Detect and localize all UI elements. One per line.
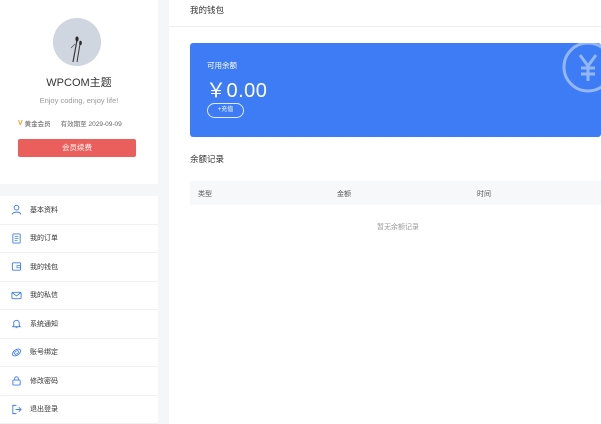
balance-label: 可用余额 <box>207 61 237 70</box>
account-menu: 基本资料 我的订单 我的钱包 我的私信 系统通知 账号绑定 修改密码 退出登录 <box>0 196 158 424</box>
title-divider <box>169 26 601 27</box>
menu-item-label: 我的订单 <box>30 235 58 243</box>
user-icon <box>11 204 22 215</box>
vip-crown-icon: V <box>18 119 23 127</box>
menu-item-label: 退出登录 <box>30 406 58 414</box>
avatar[interactable] <box>53 18 101 66</box>
recharge-button[interactable]: +充值 <box>207 103 244 118</box>
yuan-coin-icon <box>558 43 601 102</box>
link-icon <box>11 347 22 358</box>
menu-item-logout[interactable]: 退出登录 <box>0 396 158 424</box>
menu-item-label: 系统通知 <box>30 320 58 328</box>
vip-info: V 黄金会员 有效期至 2029-09-09 <box>18 118 148 129</box>
balance-card: 可用余额 ￥0.00 +充值 <box>190 43 601 137</box>
column-time: 时间 <box>477 191 491 198</box>
menu-item-label: 账号绑定 <box>30 349 58 357</box>
column-amount: 金额 <box>337 191 351 198</box>
wallet-panel: 我的钱包 可用余额 ￥0.00 +充值 余额记录 类型 金额 时间 暂无余额记录 <box>169 0 601 424</box>
menu-item-label: 我的钱包 <box>30 263 58 271</box>
mail-icon <box>11 290 22 301</box>
menu-item-binding[interactable]: 账号绑定 <box>0 339 158 367</box>
menu-item-password[interactable]: 修改密码 <box>0 367 158 396</box>
menu-item-wallet[interactable]: 我的钱包 <box>0 253 158 282</box>
sidebar: WPCOM主题 Enjoy coding, enjoy life! V 黄金会员… <box>0 0 158 424</box>
records-title: 余额记录 <box>190 154 225 164</box>
empty-records-message: 暂无余额记录 <box>377 224 419 231</box>
renew-vip-button[interactable]: 会员续费 <box>18 139 136 157</box>
menu-item-label: 基本资料 <box>30 206 58 214</box>
motto: Enjoy coding, enjoy life! <box>39 96 119 105</box>
menu-item-label: 修改密码 <box>30 377 58 385</box>
username: WPCOM主题 <box>46 77 112 89</box>
vip-expire: 有效期至 2029-09-09 <box>60 121 122 128</box>
profile-card: WPCOM主题 Enjoy coding, enjoy life! V 黄金会员… <box>0 0 158 184</box>
menu-item-label: 我的私信 <box>30 292 58 300</box>
page-title: 我的钱包 <box>190 5 225 15</box>
lock-icon <box>11 375 22 386</box>
menu-item-messages[interactable]: 我的私信 <box>0 282 158 310</box>
column-type: 类型 <box>198 191 212 198</box>
menu-item-profile[interactable]: 基本资料 <box>0 196 158 225</box>
logout-icon <box>11 404 22 415</box>
records-table-header: 类型 金额 时间 <box>190 181 601 205</box>
balance-amount: ￥0.00 <box>206 80 268 102</box>
vip-level: 黄金会员 <box>24 121 51 128</box>
menu-item-orders[interactable]: 我的订单 <box>0 225 158 253</box>
menu-item-notifications[interactable]: 系统通知 <box>0 310 158 339</box>
wallet-icon <box>11 261 22 272</box>
bell-icon <box>11 318 22 329</box>
order-icon <box>11 233 22 244</box>
